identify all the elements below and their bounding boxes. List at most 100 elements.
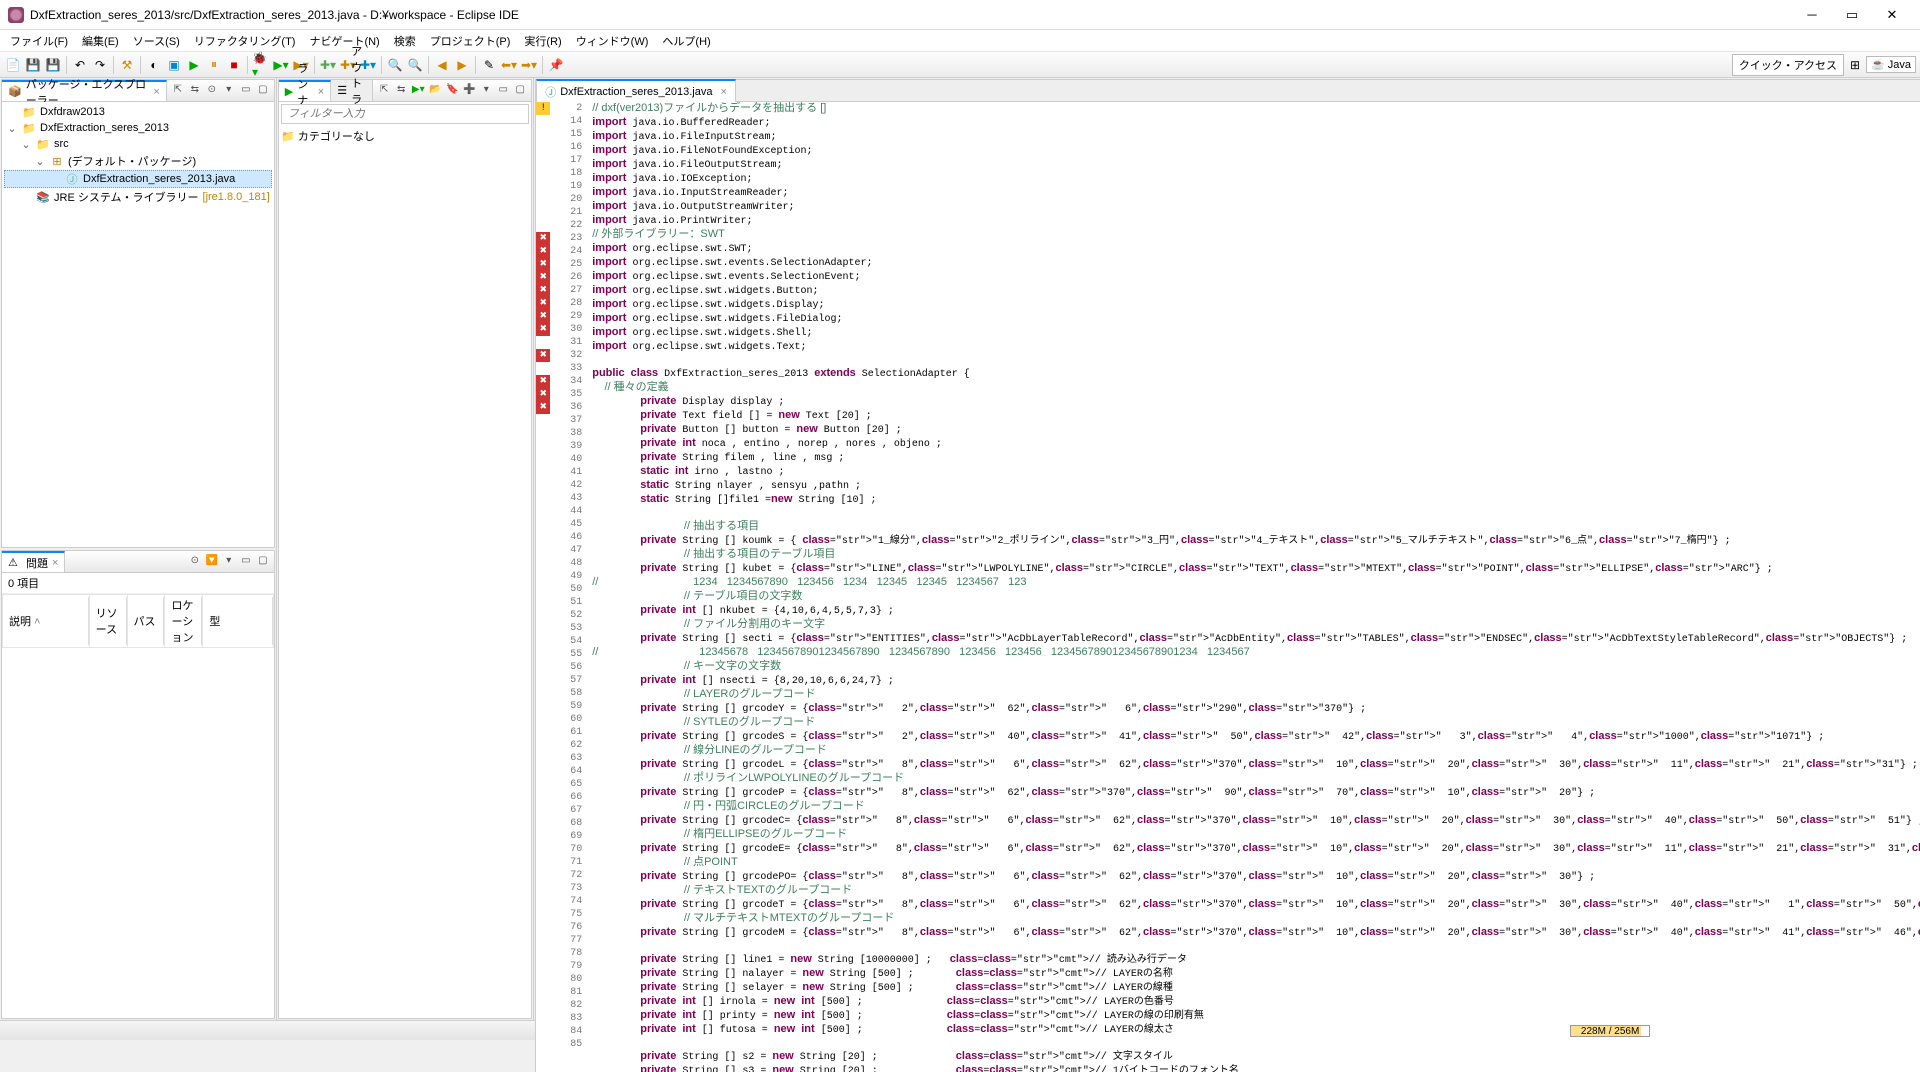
menu-item[interactable]: ファイル(F) <box>4 31 74 51</box>
err-marker-icon[interactable]: ✖ <box>536 401 550 414</box>
link-editor-icon[interactable]: ⇆ <box>188 84 202 98</box>
bookmark-icon[interactable]: 🔖 <box>445 84 459 98</box>
minimize-view-icon[interactable]: ▭ <box>239 555 253 569</box>
menu-item[interactable]: ナビゲート(N) <box>303 31 385 51</box>
focus-icon[interactable]: ⊙ <box>188 555 202 569</box>
twistie-icon[interactable]: ⌄ <box>6 122 18 135</box>
tree-node[interactable]: 📁Dxfdraw2013 <box>4 104 272 120</box>
menu-item[interactable]: 検索 <box>388 31 422 51</box>
err-marker-icon[interactable]: ✖ <box>536 375 550 388</box>
filter-icon[interactable]: 🔽 <box>205 555 219 569</box>
menu-item[interactable]: ソース(S) <box>127 31 186 51</box>
debug-button[interactable]: 🐞▾ <box>252 56 270 74</box>
err-marker-icon[interactable]: ✖ <box>536 284 550 297</box>
undo-icon[interactable]: ↶ <box>71 56 89 74</box>
pin-icon[interactable]: 📌 <box>547 56 565 74</box>
editor-tab[interactable]: Ⓙ DxfExtraction_seres_2013.java × <box>536 79 736 103</box>
source-editor[interactable]: !✖✖✖✖✖✖✖✖✖✖✖✖ 2 14 15 16 17 18 19 20 21 … <box>536 102 1920 1072</box>
warn-marker-icon[interactable]: ! <box>536 102 550 115</box>
err-marker-icon[interactable]: ✖ <box>536 388 550 401</box>
suspend-icon[interactable]: ⏸ <box>205 56 223 74</box>
annotation-prev-icon[interactable]: ◀ <box>433 56 451 74</box>
terminate-icon[interactable]: ■ <box>225 56 243 74</box>
tree-node[interactable]: ⌄⊞(デフォルト・パッケージ) <box>4 152 272 170</box>
java-perspective-button[interactable]: ☕Java <box>1866 56 1916 73</box>
twistie-icon[interactable]: ⌄ <box>34 155 46 168</box>
column-header[interactable]: パス <box>127 595 165 648</box>
tree-node[interactable]: ⌄📁src <box>4 136 272 152</box>
menu-item[interactable]: 実行(R) <box>518 31 567 51</box>
focus-icon[interactable]: ⊙ <box>205 84 219 98</box>
save-all-button[interactable]: 💾 <box>44 56 62 74</box>
err-marker-icon[interactable]: ✖ <box>536 258 550 271</box>
column-header[interactable]: リソース <box>89 595 127 648</box>
menu-item[interactable]: ウィンドウ(W) <box>570 31 655 51</box>
open-type-icon[interactable]: 🔍 <box>386 56 404 74</box>
annotation-next-icon[interactable]: ▶ <box>453 56 471 74</box>
maximize-view-icon[interactable]: ▢ <box>513 84 527 98</box>
open-perspective-icon[interactable]: ⊞ <box>1846 56 1864 74</box>
menu-item[interactable]: ヘルプ(H) <box>656 31 716 51</box>
column-header[interactable]: 型 <box>203 595 273 648</box>
skip-icon[interactable]: ▣ <box>165 56 183 74</box>
search-icon[interactable]: 🔍 <box>406 56 424 74</box>
filter-box[interactable] <box>281 104 529 124</box>
err-marker-icon[interactable]: ✖ <box>536 349 550 362</box>
collapse-all-icon[interactable]: ⇱ <box>171 84 185 98</box>
forward-icon[interactable]: ➡▾ <box>520 56 538 74</box>
maximize-view-icon[interactable]: ▢ <box>256 555 270 569</box>
close-tab-icon[interactable]: × <box>318 86 324 98</box>
tree-node[interactable]: 📚JRE システム・ライブラリー [jre1.8.0_181] <box>4 188 272 206</box>
menu-item[interactable]: 編集(E) <box>76 31 125 51</box>
toggle-icon[interactable]: ◐ <box>145 56 163 74</box>
close-tab-icon[interactable]: × <box>52 557 58 569</box>
save-button[interactable]: 💾 <box>24 56 42 74</box>
runner-tab[interactable]: ▶ ランナー × <box>279 80 331 101</box>
twistie-icon[interactable]: ⌄ <box>20 138 32 151</box>
column-header[interactable]: 説明 ˄ <box>3 595 90 648</box>
quick-access[interactable]: クイック・アクセス <box>1732 54 1844 76</box>
run-icon[interactable]: ▶▾ <box>411 84 425 98</box>
minimize-view-icon[interactable]: ▭ <box>496 84 510 98</box>
minimize-button[interactable]: ─ <box>1792 7 1832 22</box>
add-icon[interactable]: ➕ <box>462 84 476 98</box>
marker <box>536 1012 550 1025</box>
minimize-view-icon[interactable]: ▭ <box>239 84 253 98</box>
link-icon[interactable]: ⇆ <box>394 84 408 98</box>
back-icon[interactable]: ⬅▾ <box>500 56 518 74</box>
open-icon[interactable]: 📂 <box>428 84 442 98</box>
err-marker-icon[interactable]: ✖ <box>536 232 550 245</box>
new-button[interactable]: 📄 <box>4 56 22 74</box>
menu-item[interactable]: リファクタリング(T) <box>188 31 302 51</box>
close-button[interactable]: ✕ <box>1872 7 1912 23</box>
build-icon[interactable]: ⚒ <box>118 56 136 74</box>
err-marker-icon[interactable]: ✖ <box>536 271 550 284</box>
err-marker-icon[interactable]: ✖ <box>536 245 550 258</box>
err-marker-icon[interactable]: ✖ <box>536 310 550 323</box>
resume-icon[interactable]: ▶ <box>185 56 203 74</box>
view-menu-icon[interactable]: ▾ <box>222 555 236 569</box>
tree-node[interactable]: ⒿDxfExtraction_seres_2013.java <box>4 170 272 188</box>
last-edit-icon[interactable]: ✎ <box>480 56 498 74</box>
close-editor-icon[interactable]: × <box>720 86 726 98</box>
problems-tab[interactable]: ⚠ 問題 × <box>2 551 65 572</box>
menu-item[interactable]: プロジェクト(P) <box>424 31 517 51</box>
view-menu-icon[interactable]: ▾ <box>222 84 236 98</box>
outline-tab[interactable]: ☰ アウトライン <box>331 80 373 101</box>
err-marker-icon[interactable]: ✖ <box>536 323 550 336</box>
redo-icon[interactable]: ↷ <box>91 56 109 74</box>
err-marker-icon[interactable]: ✖ <box>536 297 550 310</box>
run-button[interactable]: ▶▾ <box>272 56 290 74</box>
package-explorer-tab[interactable]: 📦 パッケージ・エクスプローラー × <box>2 80 167 101</box>
package-explorer-tree[interactable]: 📁Dxfdraw2013⌄📁DxfExtraction_seres_2013⌄📁… <box>2 102 274 547</box>
filter-input[interactable] <box>288 108 522 120</box>
maximize-view-icon[interactable]: ▢ <box>256 84 270 98</box>
maximize-button[interactable]: ▭ <box>1832 7 1872 23</box>
new-java-icon[interactable]: ✚▾ <box>319 56 337 74</box>
view-menu-icon[interactable]: ▾ <box>479 84 493 98</box>
tree-node[interactable]: ⌄📁DxfExtraction_seres_2013 <box>4 120 272 136</box>
collapse-icon[interactable]: ⇱ <box>377 84 391 98</box>
column-header[interactable]: ロケーション <box>165 595 203 648</box>
close-tab-icon[interactable]: × <box>153 86 159 98</box>
problems-table[interactable]: 説明 ˄リソースパスロケーション型 <box>2 594 274 648</box>
